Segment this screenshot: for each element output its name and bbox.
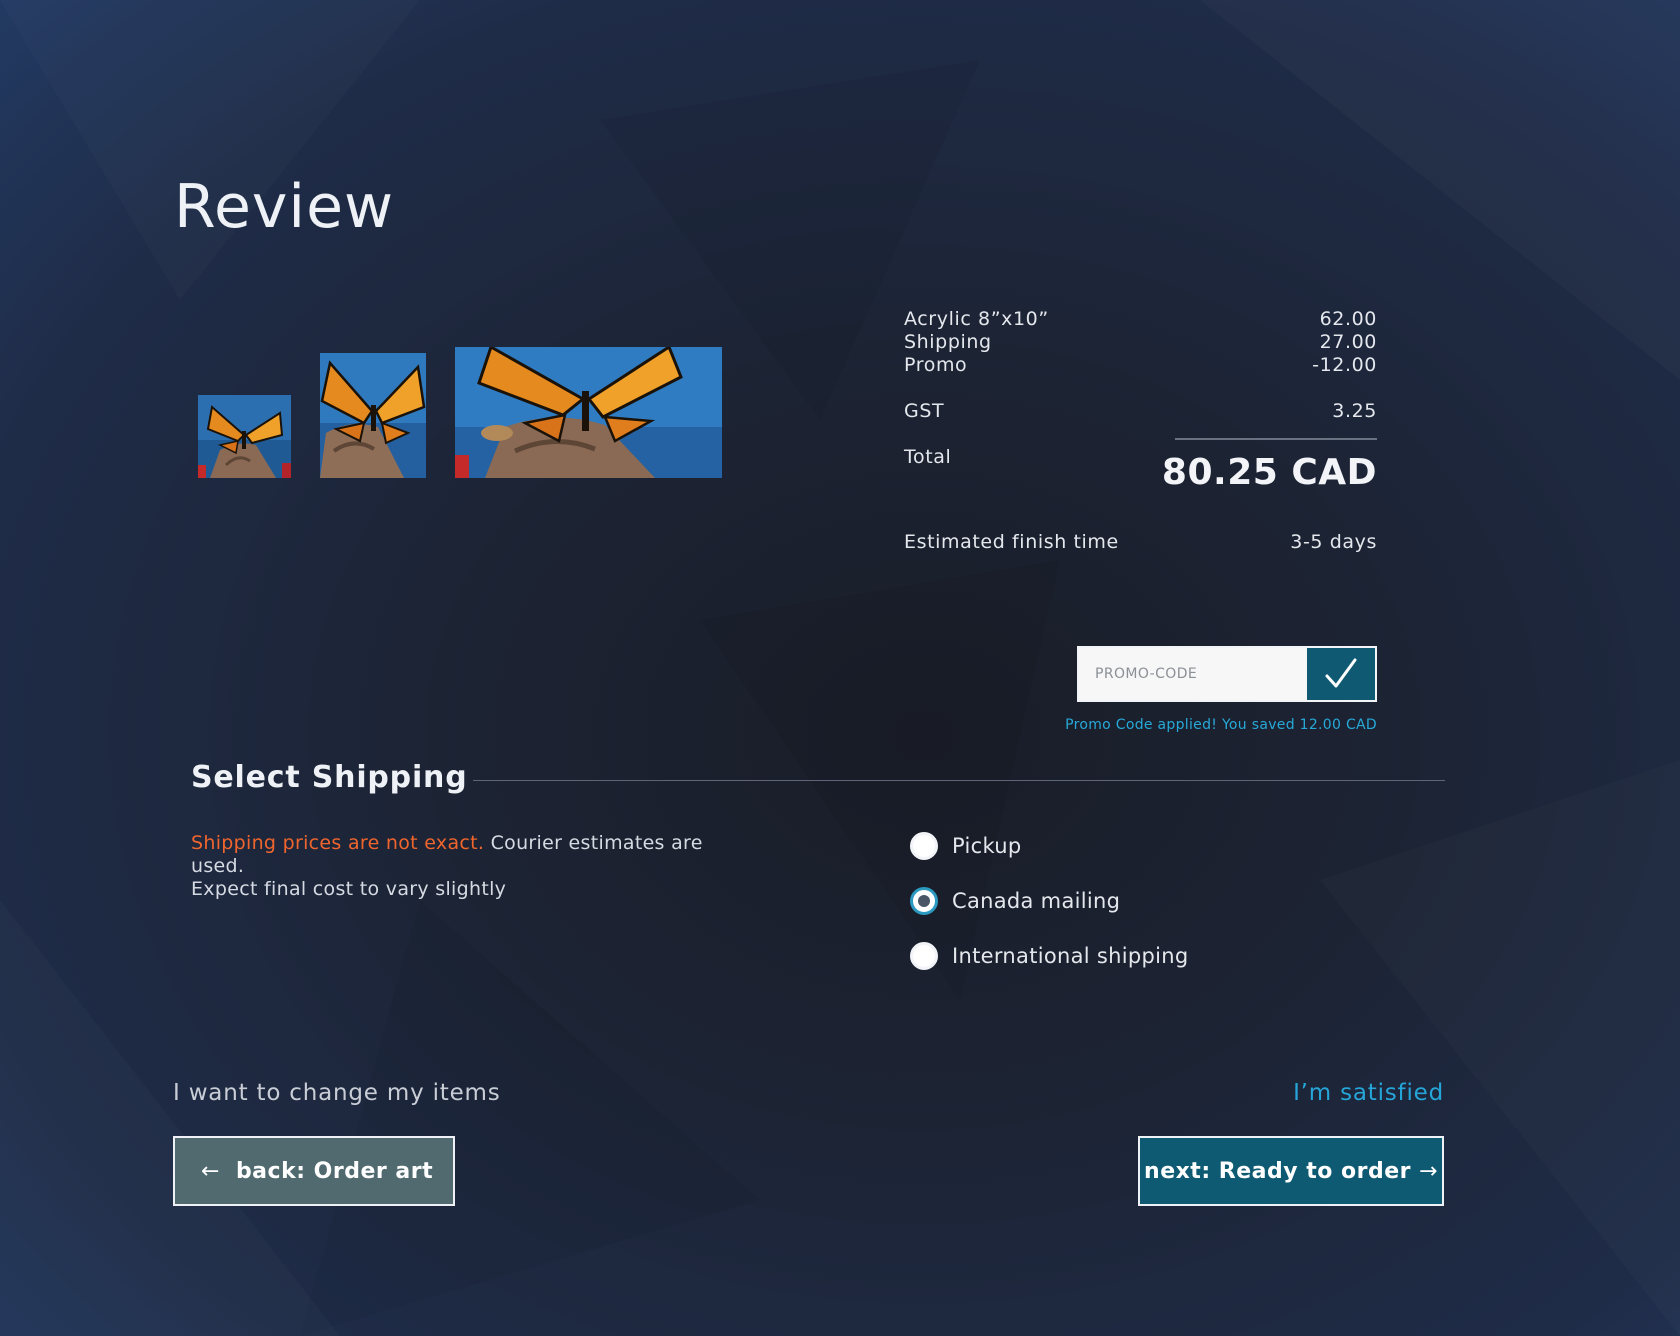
promo-code-form <box>1077 646 1377 702</box>
radio-button[interactable] <box>910 942 938 970</box>
checkmark-icon <box>1325 658 1357 688</box>
total-divider <box>1175 438 1377 440</box>
line-value: -12.00 <box>1312 354 1377 376</box>
shipping-note: Shipping prices are not exact. Courier e… <box>191 832 751 901</box>
line-label: Acrylic 8”x10” <box>904 308 1049 330</box>
line-value: 62.00 <box>1319 308 1377 330</box>
shipping-option-international[interactable]: International shipping <box>910 942 1189 970</box>
radio-button-selected[interactable] <box>910 887 938 915</box>
line-label: Promo <box>904 354 968 376</box>
summary-line-artwork: Acrylic 8”x10” 62.00 <box>904 308 1377 330</box>
gst-label: GST <box>904 400 945 422</box>
total-amount: 80.25 CAD <box>1161 452 1377 493</box>
finish-label: Estimated finish time <box>904 531 1119 553</box>
line-value: 27.00 <box>1319 331 1377 353</box>
shipping-option-pickup[interactable]: Pickup <box>910 832 1022 860</box>
radio-button[interactable] <box>910 832 938 860</box>
arrow-left-icon: ← <box>201 1158 220 1184</box>
back-button-label: back: Order art <box>235 1158 434 1184</box>
summary-finish-time: Estimated finish time 3-5 days <box>904 531 1377 553</box>
satisfied-link[interactable]: I’m satisfied <box>1293 1080 1444 1106</box>
finish-value: 3-5 days <box>1290 531 1377 553</box>
butterfly-painting-image <box>455 347 722 478</box>
option-label: Canada mailing <box>952 889 1121 913</box>
next-button-label: next: Ready to order <box>1144 1158 1412 1184</box>
summary-line-promo: Promo -12.00 <box>904 354 1377 376</box>
shipping-note-line2: Expect final cost to vary slightly <box>191 878 507 900</box>
arrow-right-icon: → <box>1419 1158 1438 1184</box>
next-button[interactable]: next: Ready to order → <box>1138 1136 1444 1206</box>
back-button[interactable]: ← back: Order art <box>173 1136 455 1206</box>
shipping-option-canada-mailing[interactable]: Canada mailing <box>910 887 1120 915</box>
artwork-thumbnail-small[interactable] <box>198 395 291 478</box>
gst-value: 3.25 <box>1332 400 1377 422</box>
promo-code-input[interactable] <box>1079 648 1307 700</box>
artwork-thumbnail-wide[interactable] <box>455 347 722 478</box>
line-label: Shipping <box>904 331 992 353</box>
summary-line-gst: GST 3.25 <box>904 400 1377 422</box>
change-items-link[interactable]: I want to change my items <box>173 1080 501 1106</box>
promo-success-message: Promo Code applied! You saved 12.00 CAD <box>1065 717 1377 733</box>
butterfly-painting-image <box>198 395 291 478</box>
option-label: Pickup <box>952 834 1022 858</box>
shipping-section-title: Select Shipping <box>191 760 468 795</box>
summary-line-shipping: Shipping 27.00 <box>904 331 1377 353</box>
artwork-thumbnail-medium[interactable] <box>320 353 426 478</box>
total-label: Total <box>904 446 952 468</box>
page-title: Review <box>174 172 395 242</box>
butterfly-painting-image <box>320 353 426 478</box>
shipping-warning: Shipping prices are not exact. <box>191 832 485 854</box>
option-label: International shipping <box>952 944 1189 968</box>
section-divider <box>473 780 1445 781</box>
promo-apply-button[interactable] <box>1307 648 1375 700</box>
